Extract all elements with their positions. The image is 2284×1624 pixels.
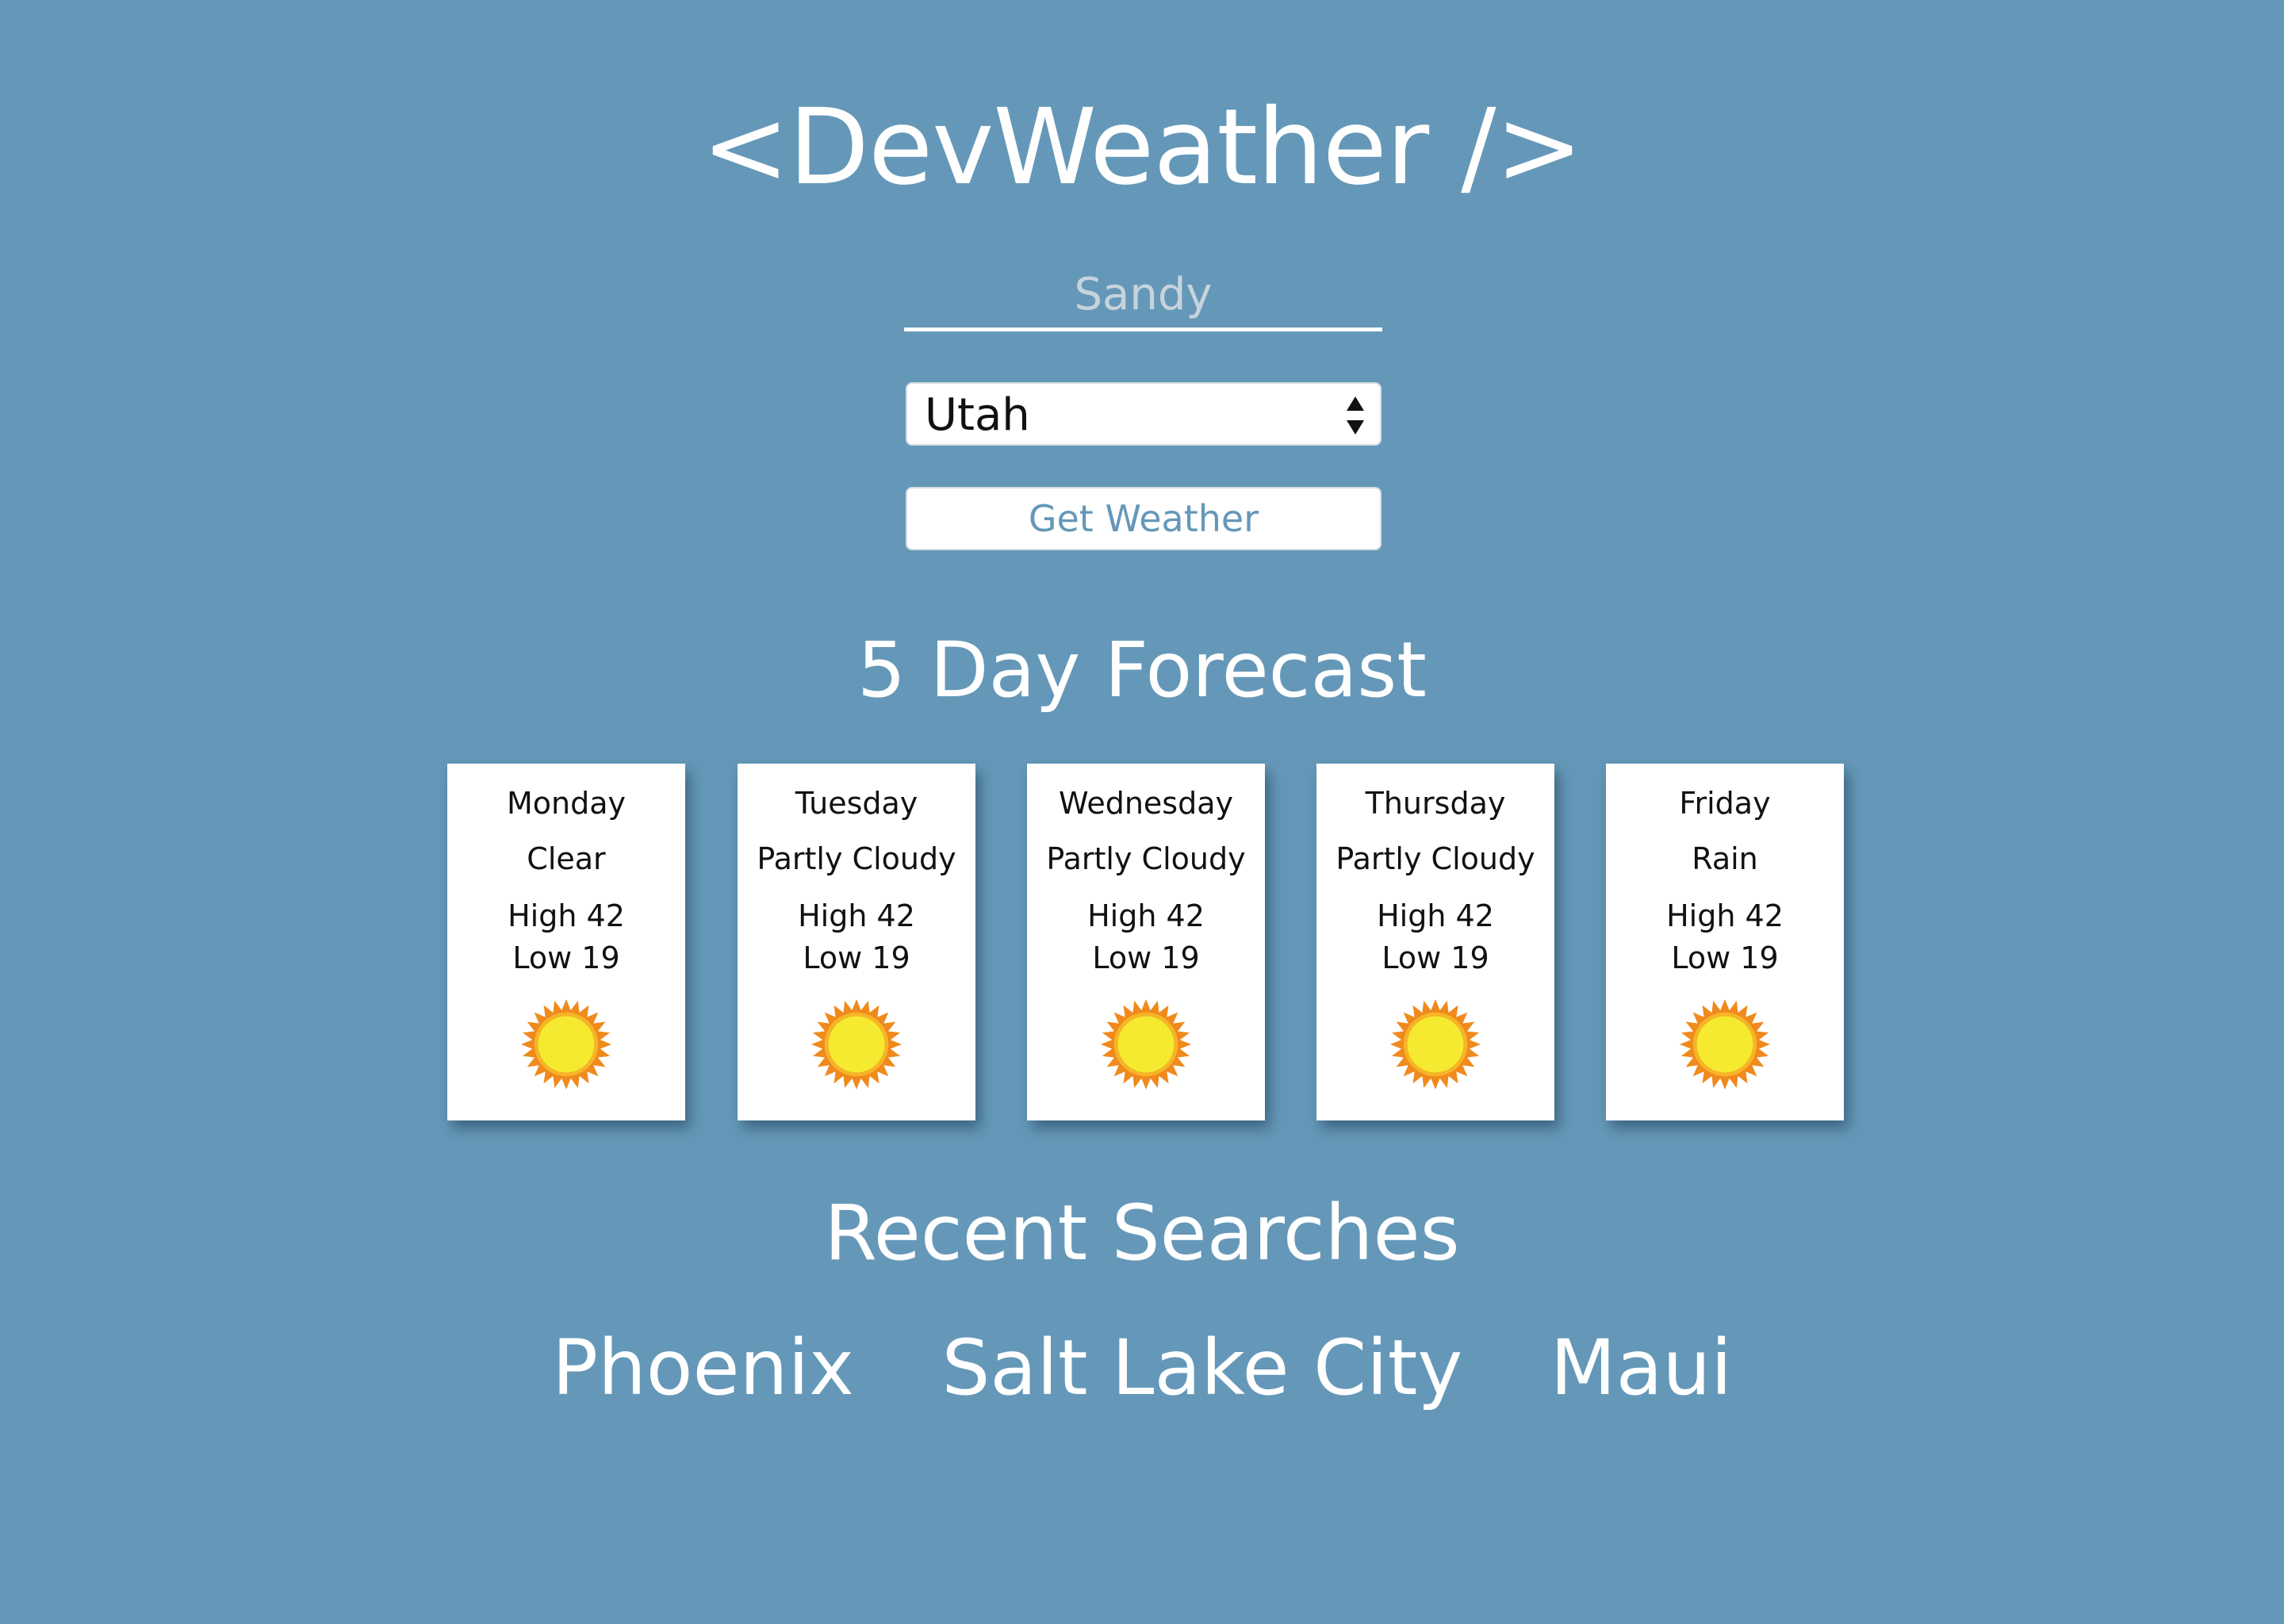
recent-search-phoenix[interactable]: Phoenix xyxy=(552,1316,854,1419)
select-arrows-icon xyxy=(1347,396,1364,435)
forecast-high: High 42 xyxy=(1666,898,1784,933)
sun-core xyxy=(1117,1016,1175,1073)
recent-search-maui[interactable]: Maui xyxy=(1550,1316,1732,1419)
state-select[interactable]: Utah xyxy=(906,382,1382,446)
forecast-day: Thursday xyxy=(1365,786,1506,821)
forecast-day: Tuesday xyxy=(795,786,918,821)
forecast-day: Monday xyxy=(506,786,626,821)
app-root: <DevWeather /> Utah Get Weather 5 Day Fo… xyxy=(0,0,2284,1624)
forecast-day: Friday xyxy=(1679,786,1771,821)
forecast-high: High 42 xyxy=(798,898,915,933)
forecast-high: High 42 xyxy=(508,898,625,933)
forecast-high: High 42 xyxy=(1087,898,1205,933)
forecast-low: Low 19 xyxy=(512,940,620,975)
forecast-low: Low 19 xyxy=(1671,940,1779,975)
sun-icon xyxy=(811,998,902,1090)
forecast-low: Low 19 xyxy=(1382,940,1489,975)
recent-searches-list: Phoenix Salt Lake City Maui xyxy=(0,1316,2284,1419)
sun-core xyxy=(1407,1016,1464,1073)
forecast-low: Low 19 xyxy=(803,940,910,975)
sun-icon xyxy=(1100,998,1192,1090)
state-select-value: Utah xyxy=(925,389,1030,441)
forecast-card-thursday: Thursday Partly Cloudy High 42 Low 19 xyxy=(1316,764,1554,1120)
forecast-card-tuesday: Tuesday Partly Cloudy High 42 Low 19 xyxy=(738,764,975,1120)
sun-icon xyxy=(1679,998,1771,1090)
app-title: <DevWeather /> xyxy=(701,86,1583,209)
sun-icon xyxy=(1389,998,1481,1090)
forecast-day: Wednesday xyxy=(1058,786,1233,821)
recent-search-salt-lake-city[interactable]: Salt Lake City xyxy=(941,1316,1462,1419)
forecast-condition: Clear xyxy=(527,841,606,876)
sun-core xyxy=(828,1016,885,1073)
forecast-card-wednesday: Wednesday Partly Cloudy High 42 Low 19 xyxy=(1027,764,1265,1120)
recent-searches-heading: Recent Searches xyxy=(824,1189,1460,1277)
sun-core xyxy=(538,1016,595,1073)
city-input[interactable] xyxy=(904,262,1382,331)
forecast-heading: 5 Day Forecast xyxy=(857,626,1427,714)
forecast-condition: Partly Cloudy xyxy=(1336,841,1535,876)
forecast-high: High 42 xyxy=(1377,898,1494,933)
sun-icon xyxy=(520,998,612,1090)
forecast-condition: Partly Cloudy xyxy=(1046,841,1246,876)
forecast-condition: Rain xyxy=(1692,841,1758,876)
forecast-low: Low 19 xyxy=(1092,940,1200,975)
forecast-card-monday: Monday Clear High 42 Low 19 xyxy=(447,764,685,1120)
get-weather-button[interactable]: Get Weather xyxy=(906,487,1382,550)
sun-core xyxy=(1696,1016,1753,1073)
forecast-condition: Partly Cloudy xyxy=(757,841,956,876)
forecast-cards: Monday Clear High 42 Low 19 Tuesday Part… xyxy=(447,764,1846,1120)
forecast-card-friday: Friday Rain High 42 Low 19 xyxy=(1606,764,1844,1120)
